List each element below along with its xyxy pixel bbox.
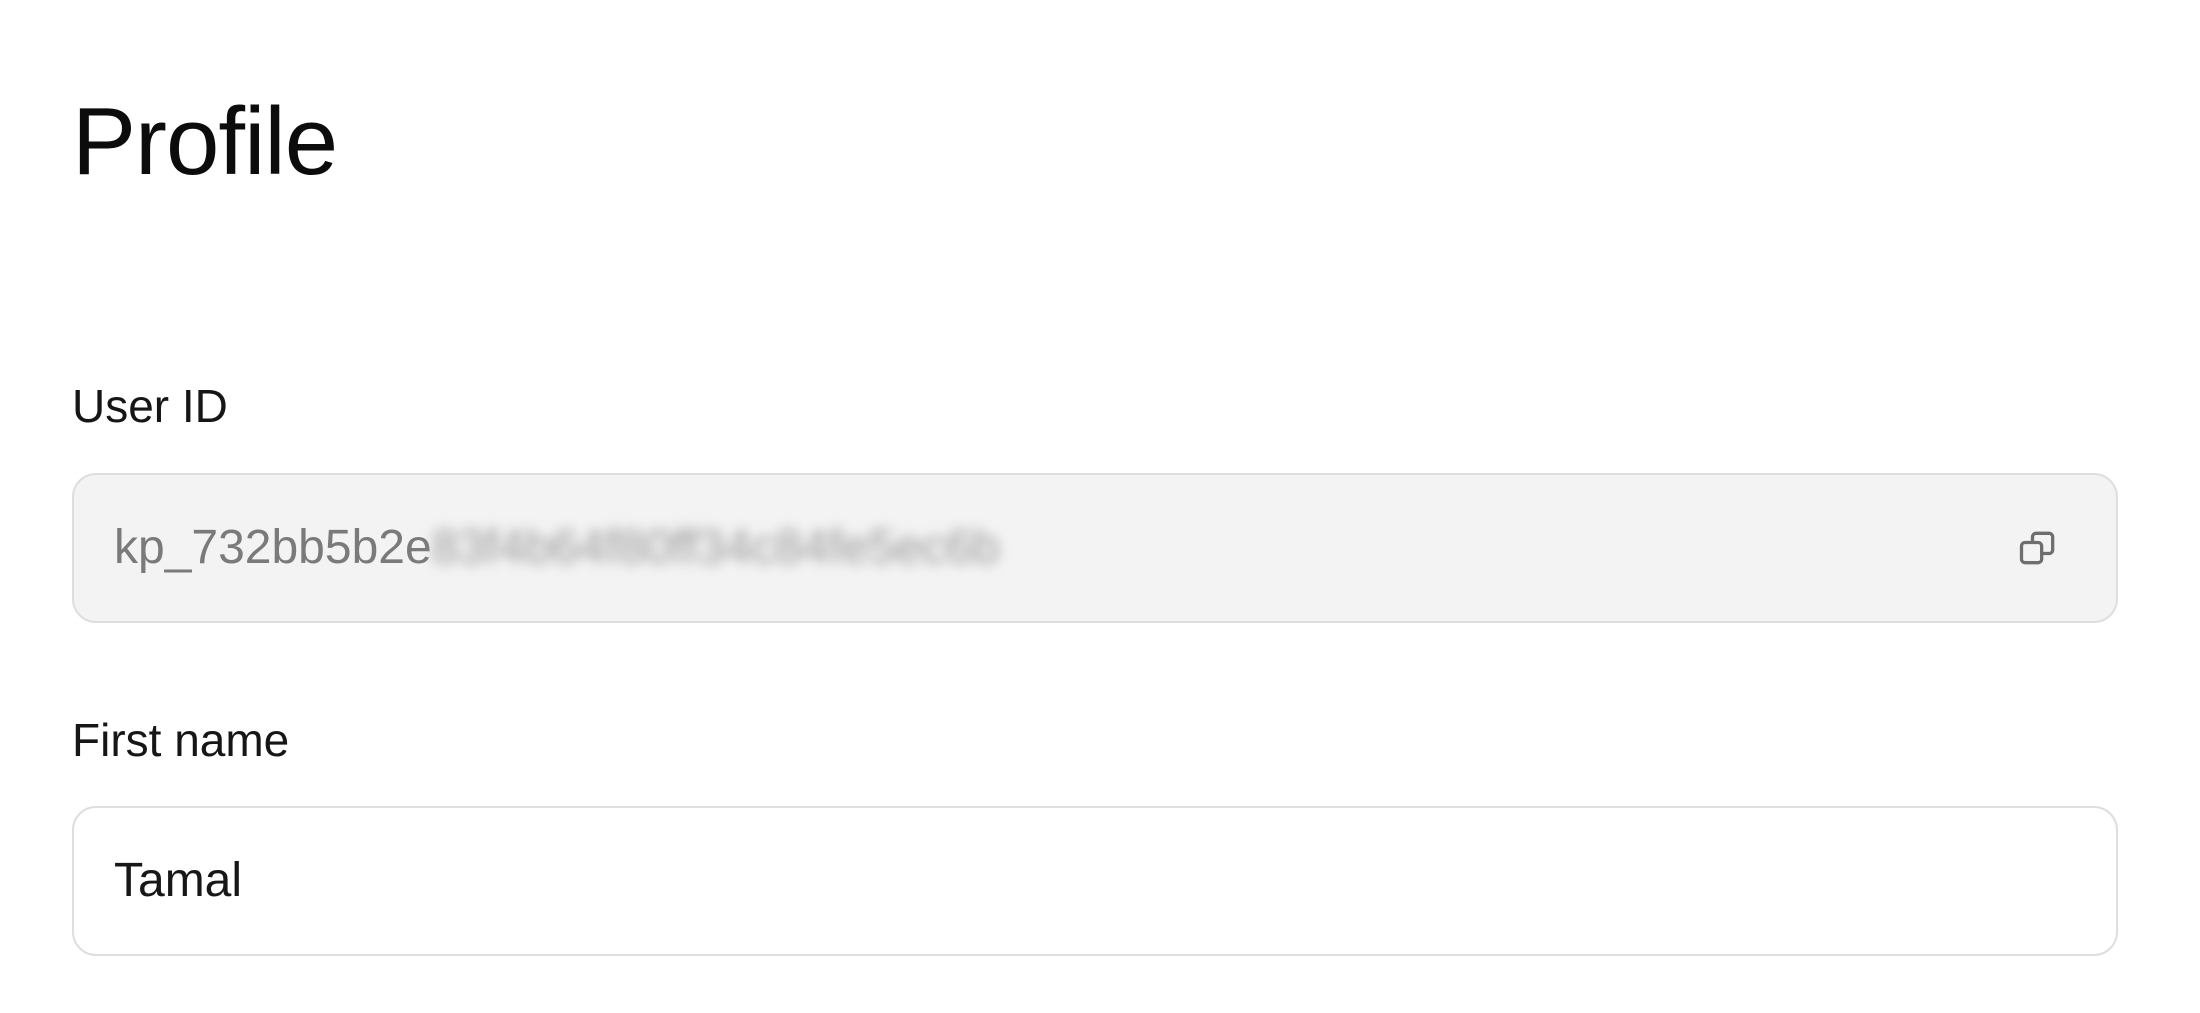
user-id-masked-part: 83f4b64f80ff34c84fe5ec6b bbox=[431, 521, 1000, 574]
copy-user-id-button[interactable] bbox=[2012, 522, 2064, 574]
user-id-value[interactable]: kp_732bb5b2e83f4b64f80ff34c84fe5ec6b bbox=[114, 518, 999, 578]
user-id-visible-part: kp_732bb5b2e bbox=[114, 521, 432, 574]
copy-icon bbox=[2019, 531, 2055, 565]
first-name-label: First name bbox=[72, 714, 290, 766]
first-name-input[interactable]: Tamal bbox=[72, 806, 2118, 956]
first-name-value[interactable]: Tamal bbox=[114, 851, 242, 911]
user-id-field[interactable]: kp_732bb5b2e83f4b64f80ff34c84fe5ec6b bbox=[72, 473, 2118, 623]
user-id-label: User ID bbox=[72, 380, 228, 432]
page-title: Profile bbox=[72, 88, 338, 195]
profile-page: Profile User ID kp_732bb5b2e83f4b64f80ff… bbox=[72, 0, 2120, 1013]
